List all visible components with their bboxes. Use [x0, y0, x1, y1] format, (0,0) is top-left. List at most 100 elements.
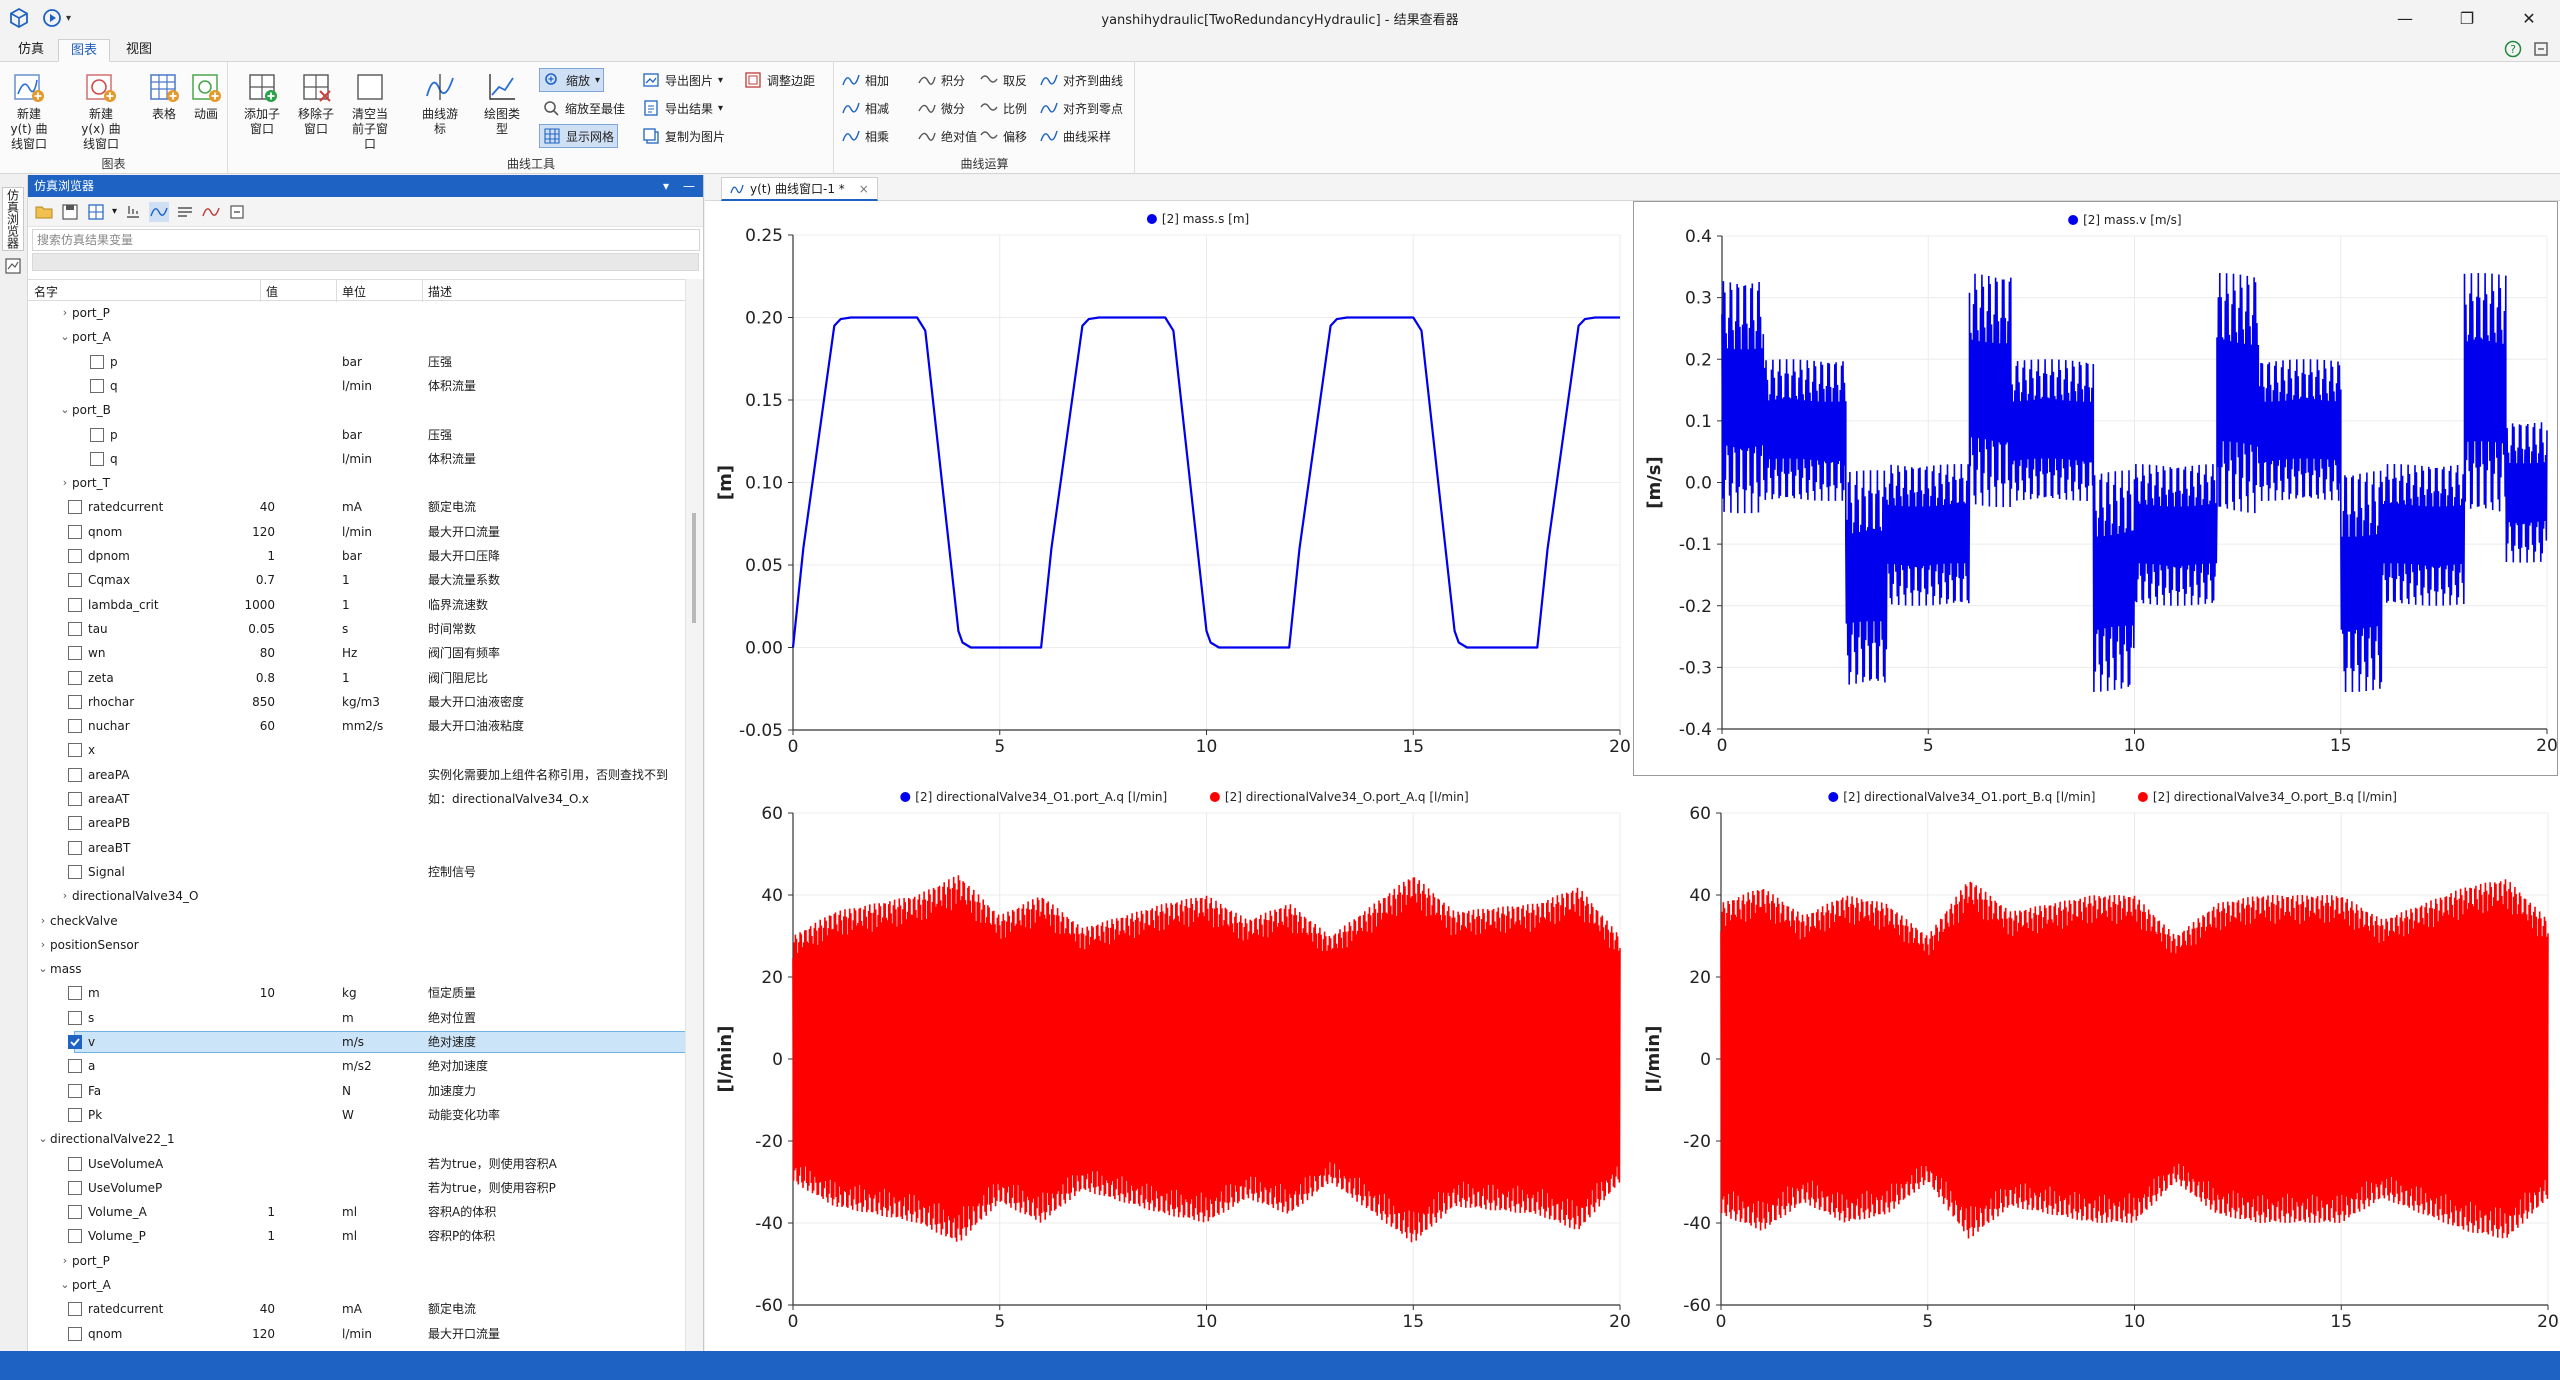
collapse-caret-icon[interactable]: ⌄ — [60, 1273, 70, 1297]
variable-checkbox[interactable] — [68, 792, 82, 806]
column-desc-header[interactable]: 描述 — [428, 283, 452, 300]
expand-caret-icon[interactable]: › — [60, 301, 70, 325]
variable-checkbox[interactable] — [68, 719, 82, 734]
tree-row[interactable]: tau 0.05 s 时间常数 — [28, 617, 686, 641]
column-unit-header[interactable]: 单位 — [342, 283, 366, 300]
column-value-header[interactable]: 值 — [266, 283, 278, 300]
filter-curve-icon[interactable] — [149, 201, 170, 222]
scrollbar-thumb[interactable] — [692, 513, 696, 623]
expand-caret-icon[interactable]: › — [60, 884, 70, 908]
tree-row[interactable]: v m/s 绝对速度 — [28, 1030, 686, 1054]
tree-row[interactable]: ratedcurrent 40 mA 额定电流 — [28, 495, 686, 519]
tree-row[interactable]: ⌄ port_B — [28, 398, 686, 422]
tab-view[interactable]: 视图 — [114, 39, 164, 62]
adjust-margins-button[interactable]: 调整边距 — [741, 68, 818, 92]
variable-checkbox[interactable] — [68, 767, 82, 782]
export-image-button[interactable]: 导出图片 ▾ — [639, 68, 726, 92]
doc-tab-close-icon[interactable]: × — [859, 178, 869, 200]
variable-checkbox[interactable] — [68, 1180, 82, 1195]
multiply-curves-button[interactable]: 相乘 — [839, 124, 892, 148]
panel-menu-icon[interactable]: ▾ — [663, 175, 669, 197]
expand-caret-icon[interactable]: › — [38, 909, 48, 933]
expand-caret-icon[interactable]: › — [38, 933, 48, 957]
vertical-scrollbar[interactable] — [685, 279, 703, 1351]
save-icon[interactable] — [60, 202, 80, 222]
offset-button[interactable]: 偏移 — [977, 124, 1030, 148]
absolute-button[interactable]: 绝对值 — [915, 124, 980, 148]
tree-row[interactable]: › port_P — [28, 301, 686, 325]
align-curve-button[interactable]: 对齐到曲线 — [1037, 68, 1126, 92]
sample-curve-button[interactable]: 曲线采样 — [1037, 124, 1114, 148]
scale-button[interactable]: 比例 — [977, 96, 1030, 120]
collapse-caret-icon[interactable]: ⌄ — [60, 325, 70, 349]
tree-row[interactable]: x — [28, 738, 686, 762]
export-results-button[interactable]: 导出结果 ▾ — [639, 96, 726, 120]
tab-simulation[interactable]: 仿真 — [6, 39, 56, 62]
variable-checkbox[interactable] — [68, 646, 82, 661]
list-view-icon[interactable] — [175, 202, 195, 222]
curve-cursor-button[interactable]: 曲线游标 — [417, 70, 463, 137]
variable-checkbox[interactable] — [68, 549, 82, 563]
variable-checkbox[interactable] — [68, 1326, 82, 1341]
settings-icon[interactable] — [2532, 40, 2550, 58]
tree-row[interactable]: › directionalValve34_O — [28, 884, 686, 908]
collapse-caret-icon[interactable]: ⌄ — [38, 957, 48, 981]
tab-chart[interactable]: 图表 — [58, 39, 111, 62]
tree-row[interactable]: rhochar 850 kg/m3 最大开口油液密度 — [28, 690, 686, 714]
tree-row[interactable]: Volume_P 1 ml 容积P的体积 — [28, 1224, 686, 1248]
chart-panel-icon[interactable] — [4, 257, 22, 275]
negate-button[interactable]: 取反 — [977, 68, 1030, 92]
tree-row[interactable]: Pk W 动能变化功率 — [28, 1103, 686, 1127]
tree-row[interactable]: areaAT 如：directionalValve34_O.x — [28, 787, 686, 811]
tree-row[interactable]: lambda_crit 1000 1 临界流速数 — [28, 593, 686, 617]
subtract-curves-button[interactable]: 相减 — [839, 96, 892, 120]
variable-checkbox[interactable] — [68, 524, 82, 539]
tree-row[interactable]: › checkValve — [28, 909, 686, 933]
plot-mass-velocity[interactable]: [2] mass.v [m/s] 0 5 10 15 20 -0.4 -0.3 -0.2 -0.1… — [1633, 201, 2558, 776]
plot-mass-position[interactable]: [2] mass.s [m] 0 5 10 15 20 -0.05 0.00 0.05 0.10 0… — [705, 201, 1630, 776]
tree-row[interactable]: ⌄ directionalValve22_1 — [28, 1127, 686, 1151]
variable-checkbox[interactable] — [68, 500, 82, 515]
variable-checkbox[interactable] — [68, 1205, 82, 1220]
tab-yt-curve-window[interactable]: y(t) 曲线窗口-1 * × — [721, 177, 878, 201]
tree-row[interactable]: ⌄ mass — [28, 957, 686, 981]
variable-checkbox[interactable] — [90, 354, 104, 369]
animation-button[interactable]: 动画 — [186, 70, 226, 122]
expand-caret-icon[interactable]: › — [60, 471, 70, 495]
variable-checkbox[interactable] — [68, 1010, 82, 1025]
tree-row[interactable]: a m/s2 绝对加速度 — [28, 1054, 686, 1078]
tree-row[interactable]: areaPB — [28, 811, 686, 835]
variable-checkbox[interactable] — [90, 451, 104, 466]
variable-checkbox[interactable] — [68, 1156, 82, 1171]
tree-row[interactable]: qnom 120 l/min 最大开口流量 — [28, 520, 686, 544]
open-folder-icon[interactable] — [34, 202, 54, 222]
variable-checkbox[interactable] — [68, 694, 82, 709]
variable-checkbox[interactable] — [90, 378, 104, 393]
variable-checkbox[interactable] — [68, 1229, 82, 1244]
close-button[interactable]: ✕ — [2498, 0, 2560, 36]
tree-row[interactable]: ratedcurrent 40 mA 额定电流 — [28, 1297, 686, 1321]
tree-row[interactable]: zeta 0.8 1 阀门阻尼比 — [28, 666, 686, 690]
add-subwindow-button[interactable]: 添加子窗口 — [239, 70, 285, 137]
horizontal-scrollbar[interactable] — [32, 253, 699, 271]
curve-red-icon[interactable] — [201, 202, 221, 222]
tree-row[interactable]: p bar 压强 — [28, 423, 686, 447]
variable-checkbox[interactable] — [68, 864, 82, 879]
results-dropdown-icon[interactable]: ▾ — [112, 206, 117, 217]
tree-row[interactable]: › port_P — [28, 1249, 686, 1273]
tree-row[interactable]: Signal 控制信号 — [28, 860, 686, 884]
zoom-button[interactable]: 缩放 ▾ — [539, 68, 605, 92]
tree-row[interactable]: areaBT — [28, 836, 686, 860]
quick-access-dropdown-icon[interactable]: ▾ — [66, 13, 71, 24]
plot-type-button[interactable]: 绘图类型 — [479, 70, 525, 137]
tree-row[interactable]: Fa N 加速度力 — [28, 1079, 686, 1103]
run-icon[interactable] — [42, 8, 62, 28]
zoom-fit-button[interactable]: 缩放至最佳 — [539, 96, 628, 120]
sort-icon[interactable] — [123, 202, 143, 222]
maximize-button[interactable]: ❐ — [2436, 0, 2498, 36]
new-yx-window-button[interactable]: 新建 y(x) 曲线窗口 — [78, 70, 124, 152]
variable-checkbox[interactable] — [90, 427, 104, 442]
plot-port-a-flow[interactable]: [2] directionalValve34_O1.port_A.q [l/mi… — [705, 779, 1630, 1351]
results-grid-icon[interactable] — [86, 202, 106, 222]
variable-checkbox[interactable] — [68, 1059, 82, 1074]
